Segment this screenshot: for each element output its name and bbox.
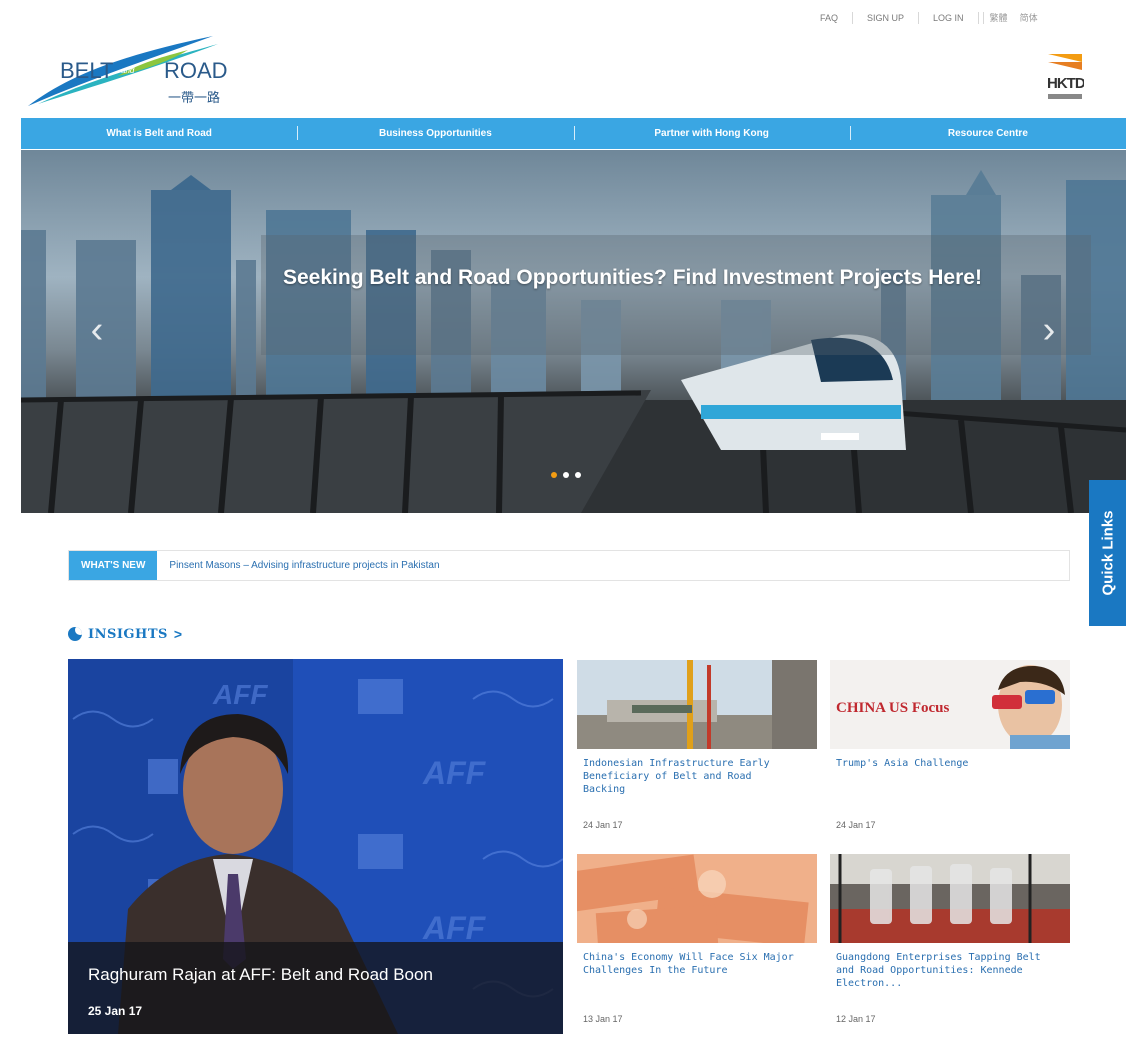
carousel-prev-button[interactable]: ‹ xyxy=(85,310,109,350)
main-nav: What is Belt and Road Business Opportuni… xyxy=(21,118,1126,149)
thumb-china-us-text: CHINA US Focus xyxy=(836,700,950,716)
insight-card-date: 24 Jan 17 xyxy=(836,820,876,830)
nav-item-partner-with-hong-kong[interactable]: Partner with Hong Kong xyxy=(573,126,850,140)
nav-item-business-opportunities[interactable]: Business Opportunities xyxy=(297,126,573,140)
signup-link[interactable]: SIGN UP xyxy=(853,12,920,24)
carousel-dots xyxy=(551,472,581,478)
hktdc-logo-text: HKTDC xyxy=(1047,75,1084,92)
whats-new-tag: WHAT'S NEW xyxy=(69,551,158,580)
hero-carousel: Seeking Belt and Road Opportunities? Fin… xyxy=(21,150,1126,513)
insights-icon xyxy=(68,627,82,641)
insight-card[interactable]: CHINA US Focus Trump's Asia Challenge 24… xyxy=(830,660,1070,840)
feature-date: 25 Jan 17 xyxy=(88,1004,143,1018)
carousel-dot-2[interactable] xyxy=(563,472,569,478)
hero-title[interactable]: Seeking Belt and Road Opportunities? Fin… xyxy=(283,262,983,293)
nav-item-resource-centre[interactable]: Resource Centre xyxy=(849,126,1126,140)
svg-text:AFF: AFF xyxy=(422,755,487,791)
logo-belt-text: BELT xyxy=(60,58,113,83)
insight-card-image: CHINA US Focus xyxy=(830,660,1070,749)
svg-text:AFF: AFF xyxy=(212,679,268,710)
svg-text:AFF: AFF xyxy=(422,910,487,946)
whats-new-bar: WHAT'S NEW Pinsent Masons – Advising inf… xyxy=(68,550,1070,581)
carousel-dot-1[interactable] xyxy=(551,472,557,478)
insights-heading[interactable]: INSIGHTS > xyxy=(68,626,182,642)
insight-card[interactable]: China's Economy Will Face Six Major Chal… xyxy=(577,854,817,1034)
insight-card-image xyxy=(830,854,1070,943)
feature-title[interactable]: Raghuram Rajan at AFF: Belt and Road Boo… xyxy=(88,965,433,985)
lang-simplified-link[interactable]: 简体 xyxy=(1014,12,1044,24)
hktdc-logo[interactable]: HKTDC xyxy=(1046,50,1097,106)
insight-card[interactable]: Indonesian Infrastructure Early Benefici… xyxy=(577,660,817,840)
logo-and-text: and xyxy=(121,66,135,75)
insight-card[interactable]: Guangdong Enterprises Tapping Belt and R… xyxy=(830,854,1070,1034)
feature-caption-overlay xyxy=(68,942,563,1034)
quick-links-label: Quick Links xyxy=(1099,510,1116,596)
insight-card-image xyxy=(577,854,817,943)
insight-card-date: 12 Jan 17 xyxy=(836,1014,876,1024)
carousel-next-button[interactable]: › xyxy=(1037,310,1061,350)
insight-card-date: 24 Jan 17 xyxy=(583,820,623,830)
nav-item-what-is-belt-and-road[interactable]: What is Belt and Road xyxy=(21,128,297,139)
insight-card-title[interactable]: Trump's Asia Challenge xyxy=(836,757,1051,770)
carousel-dot-3[interactable] xyxy=(575,472,581,478)
insights-label: INSIGHTS xyxy=(88,626,168,642)
insight-card-title[interactable]: Indonesian Infrastructure Early Benefici… xyxy=(583,757,798,796)
insight-card-title[interactable]: China's Economy Will Face Six Major Chal… xyxy=(583,951,798,977)
whats-new-link[interactable]: Pinsent Masons – Advising infrastructure… xyxy=(169,560,439,571)
utility-bar: FAQ SIGN UP LOG IN 繁體 简体 xyxy=(820,12,1044,24)
lang-traditional-link[interactable]: 繁體 xyxy=(984,12,1014,24)
insight-card-image xyxy=(577,660,817,749)
login-link[interactable]: LOG IN xyxy=(919,12,979,24)
chevron-right-icon: › xyxy=(1042,309,1056,351)
logo-chinese-text: 一帶一路 xyxy=(168,90,220,106)
logo-road-text: ROAD xyxy=(164,58,228,83)
insight-card-date: 13 Jan 17 xyxy=(583,1014,623,1024)
belt-and-road-logo[interactable]: BELT and ROAD 一帶一路 xyxy=(28,36,248,110)
chevron-right-icon: > xyxy=(173,626,183,642)
insight-feature-card[interactable]: AFF AFF AFF Raghuram Rajan at AFF: Belt … xyxy=(68,659,563,1034)
chevron-left-icon: ‹ xyxy=(90,309,104,351)
insight-card-title[interactable]: Guangdong Enterprises Tapping Belt and R… xyxy=(836,951,1051,990)
quick-links-tab[interactable]: Quick Links xyxy=(1089,480,1126,626)
faq-link[interactable]: FAQ xyxy=(820,12,854,24)
hero-caption-panel xyxy=(261,235,1091,355)
